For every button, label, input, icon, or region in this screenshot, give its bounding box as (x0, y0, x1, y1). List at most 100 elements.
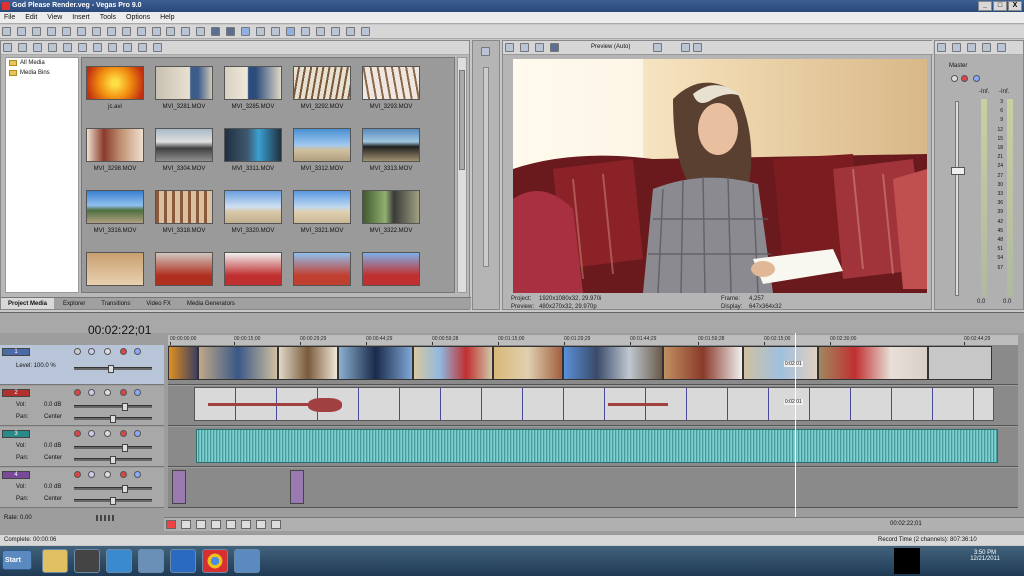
master-mute-icon[interactable] (961, 75, 968, 82)
overlays-icon[interactable] (549, 43, 559, 52)
invert-phase-icon[interactable] (104, 389, 111, 396)
audio-clip[interactable] (290, 470, 304, 504)
delete-icon[interactable] (136, 27, 146, 36)
tab-project-media[interactable]: Project Media (1, 298, 55, 309)
pan-slider[interactable] (74, 456, 152, 464)
media-item[interactable]: MVI_3292.MOV (291, 64, 353, 116)
snap-icon[interactable] (211, 27, 221, 36)
mixer-properties-icon[interactable] (937, 43, 946, 52)
invert-phase-icon[interactable] (104, 430, 111, 437)
normal-edit-tool-icon[interactable] (286, 27, 296, 36)
compositing-icon[interactable] (104, 348, 111, 355)
lock-envelopes-icon[interactable] (256, 27, 266, 36)
menu-help[interactable]: Help (156, 12, 178, 21)
solo-icon[interactable] (134, 471, 141, 478)
minimize-button[interactable]: _ (978, 1, 992, 11)
split-screen-icon[interactable] (534, 43, 544, 52)
media-item[interactable]: MVI_3285.MOV (222, 64, 284, 116)
history-icon[interactable] (196, 27, 206, 36)
menu-edit[interactable]: Edit (21, 12, 41, 21)
video-clip[interactable] (563, 346, 663, 380)
volume-slider[interactable] (74, 403, 152, 411)
slider-knob[interactable] (122, 444, 128, 452)
track-fx-icon[interactable] (88, 389, 95, 396)
media-item[interactable]: MVI_3281.MOV (153, 64, 215, 116)
video-clip[interactable] (928, 346, 992, 380)
ignore-grouping-icon[interactable] (271, 27, 281, 36)
properties-icon[interactable] (61, 27, 71, 36)
track-fx-icon[interactable] (88, 430, 95, 437)
preview-properties-icon[interactable] (505, 43, 514, 52)
insert-bus-icon[interactable] (981, 43, 991, 52)
stop-icon[interactable] (240, 520, 251, 529)
slider-knob[interactable] (110, 456, 116, 464)
ripple-edit-icon[interactable] (241, 27, 251, 36)
online-help-icon[interactable] (345, 27, 355, 36)
tree-item-all-media[interactable]: All Media (6, 58, 78, 68)
video-clip[interactable] (493, 346, 563, 380)
mute-icon[interactable] (120, 471, 127, 478)
auto-crossfade-icon[interactable] (226, 27, 236, 36)
undo-icon[interactable] (166, 27, 176, 36)
media-item[interactable]: MVI_3320.MOV (222, 188, 284, 240)
paste-icon[interactable] (121, 27, 131, 36)
capture-icon[interactable] (17, 43, 27, 52)
slider-knob[interactable] (108, 365, 114, 373)
scrollbar-thumb[interactable] (459, 70, 465, 170)
video-clip[interactable] (338, 346, 413, 380)
media-item[interactable]: MVI_3311.MOV (222, 126, 284, 178)
media-item[interactable]: MVI_3318.MOV (153, 188, 215, 240)
menu-options[interactable]: Options (122, 12, 154, 21)
video-clip[interactable] (168, 346, 198, 380)
slider-knob[interactable] (110, 497, 116, 505)
start-button[interactable]: Start (2, 550, 32, 570)
track-motion-icon[interactable] (74, 348, 81, 355)
rate-slider[interactable] (96, 515, 114, 521)
copy-icon[interactable] (106, 27, 116, 36)
whats-this-icon[interactable] (360, 27, 370, 36)
track-header-video-1[interactable]: 1 Level: 100.0 % (0, 345, 164, 385)
volume-slider[interactable] (74, 444, 152, 452)
slider-knob[interactable] (122, 485, 128, 493)
burn-icon[interactable] (62, 43, 72, 52)
slider-knob[interactable] (122, 403, 128, 411)
video-clip[interactable] (198, 346, 278, 380)
tab-media-generators[interactable]: Media Generators (180, 298, 242, 309)
track-header-audio-3[interactable]: 3 Vol: 0.0 dB Pan: Center (0, 427, 164, 467)
chrome-icon[interactable] (202, 549, 228, 573)
solo-icon[interactable] (134, 348, 141, 355)
pan-slider[interactable] (74, 497, 152, 505)
record-arm-icon[interactable] (74, 389, 81, 396)
zoom-tool-icon[interactable] (330, 27, 340, 36)
media-item[interactable]: MVI_3322.MOV (360, 188, 422, 240)
go-to-start-icon[interactable] (255, 520, 266, 529)
solo-icon[interactable] (134, 389, 141, 396)
mute-icon[interactable] (120, 389, 127, 396)
menu-insert[interactable]: Insert (68, 12, 94, 21)
media-item[interactable]: MVI_3313.MOV (360, 126, 422, 178)
tab-video-fx[interactable]: Video FX (139, 298, 178, 309)
save-as-icon[interactable] (46, 27, 56, 36)
media-item[interactable] (153, 250, 215, 292)
explorer-icon[interactable] (42, 549, 68, 573)
slider-knob[interactable] (110, 415, 116, 423)
cut-icon[interactable] (91, 27, 101, 36)
pan-slider[interactable] (74, 415, 152, 423)
media-scrollbar[interactable] (457, 57, 467, 293)
master-fader[interactable] (951, 167, 965, 175)
media-item[interactable]: MVI_3304.MOV (153, 126, 215, 178)
track-header-audio-2[interactable]: 2 Vol: 0.0 dB Pan: Center (0, 386, 164, 426)
external-monitor-icon[interactable] (519, 43, 529, 52)
menu-view[interactable]: View (43, 12, 66, 21)
search-icon[interactable] (152, 43, 162, 52)
tab-explorer[interactable]: Explorer (56, 298, 92, 309)
insert-fx-icon[interactable] (996, 43, 1006, 52)
video-clip[interactable] (413, 346, 493, 380)
envelope-tool-icon[interactable] (301, 27, 311, 36)
media-item[interactable]: MVI_3312.MOV (291, 126, 353, 178)
go-to-end-icon[interactable] (270, 520, 281, 529)
solo-icon[interactable] (134, 430, 141, 437)
app-icon-gray[interactable] (74, 549, 100, 573)
media-item[interactable]: MVI_3316.MOV (84, 188, 146, 240)
get-media-icon[interactable] (32, 43, 42, 52)
